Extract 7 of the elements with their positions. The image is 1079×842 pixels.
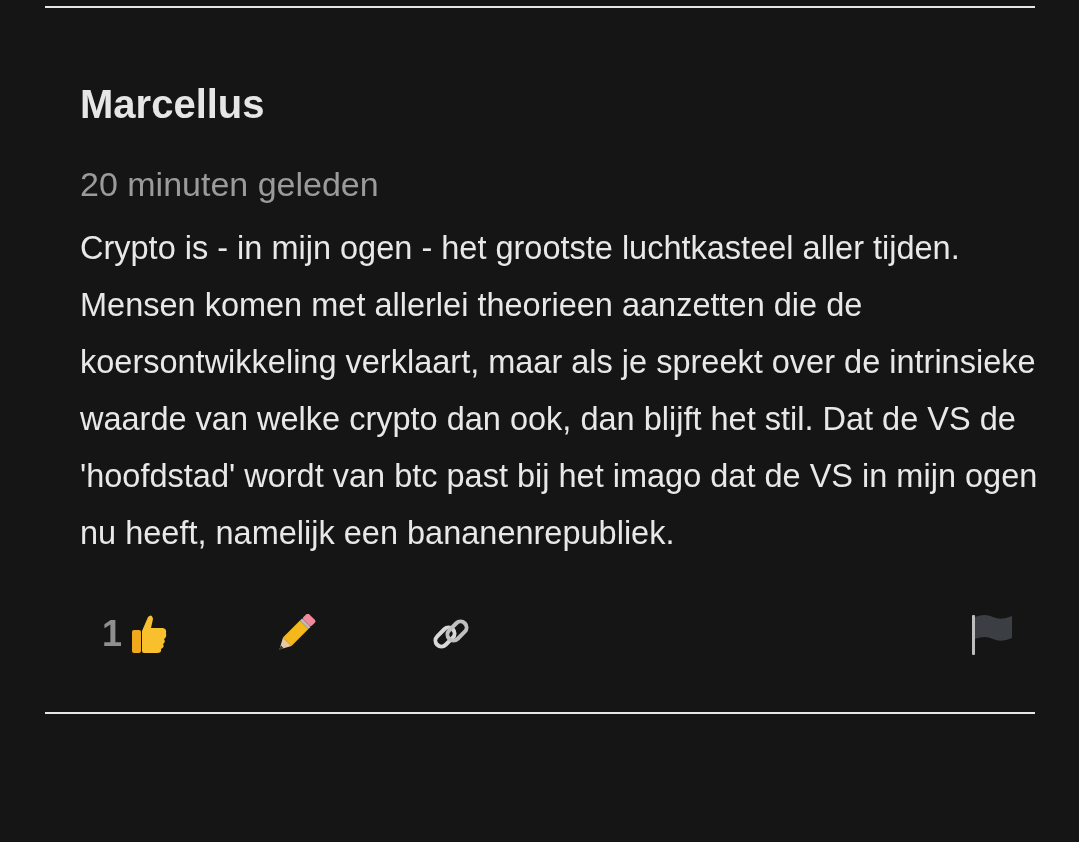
author-name: Marcellus [80, 81, 266, 128]
report-button[interactable] [969, 612, 1015, 656]
timestamp: 20 minuten geleden [80, 164, 380, 205]
like-button[interactable]: 1 [102, 613, 169, 655]
flag-icon [969, 612, 1015, 656]
thumbs-up-icon [130, 613, 169, 655]
comment-text: Crypto is - in mijn ogen - het grootste luchtkasteel aller tijden. Mensen komen met allerlei theorieen aanzetten die de koersontwikkeling verklaart, maar als je spreekt over de intrinsieke waarde van welke crypto dan ook, dan blijft het stil. Dat de VS de 'hoofdstad' wordt van btc past bij het imago dat de VS in mijn ogen nu heeft, namelijk een bananenrepubliek. [80, 229, 1039, 553]
